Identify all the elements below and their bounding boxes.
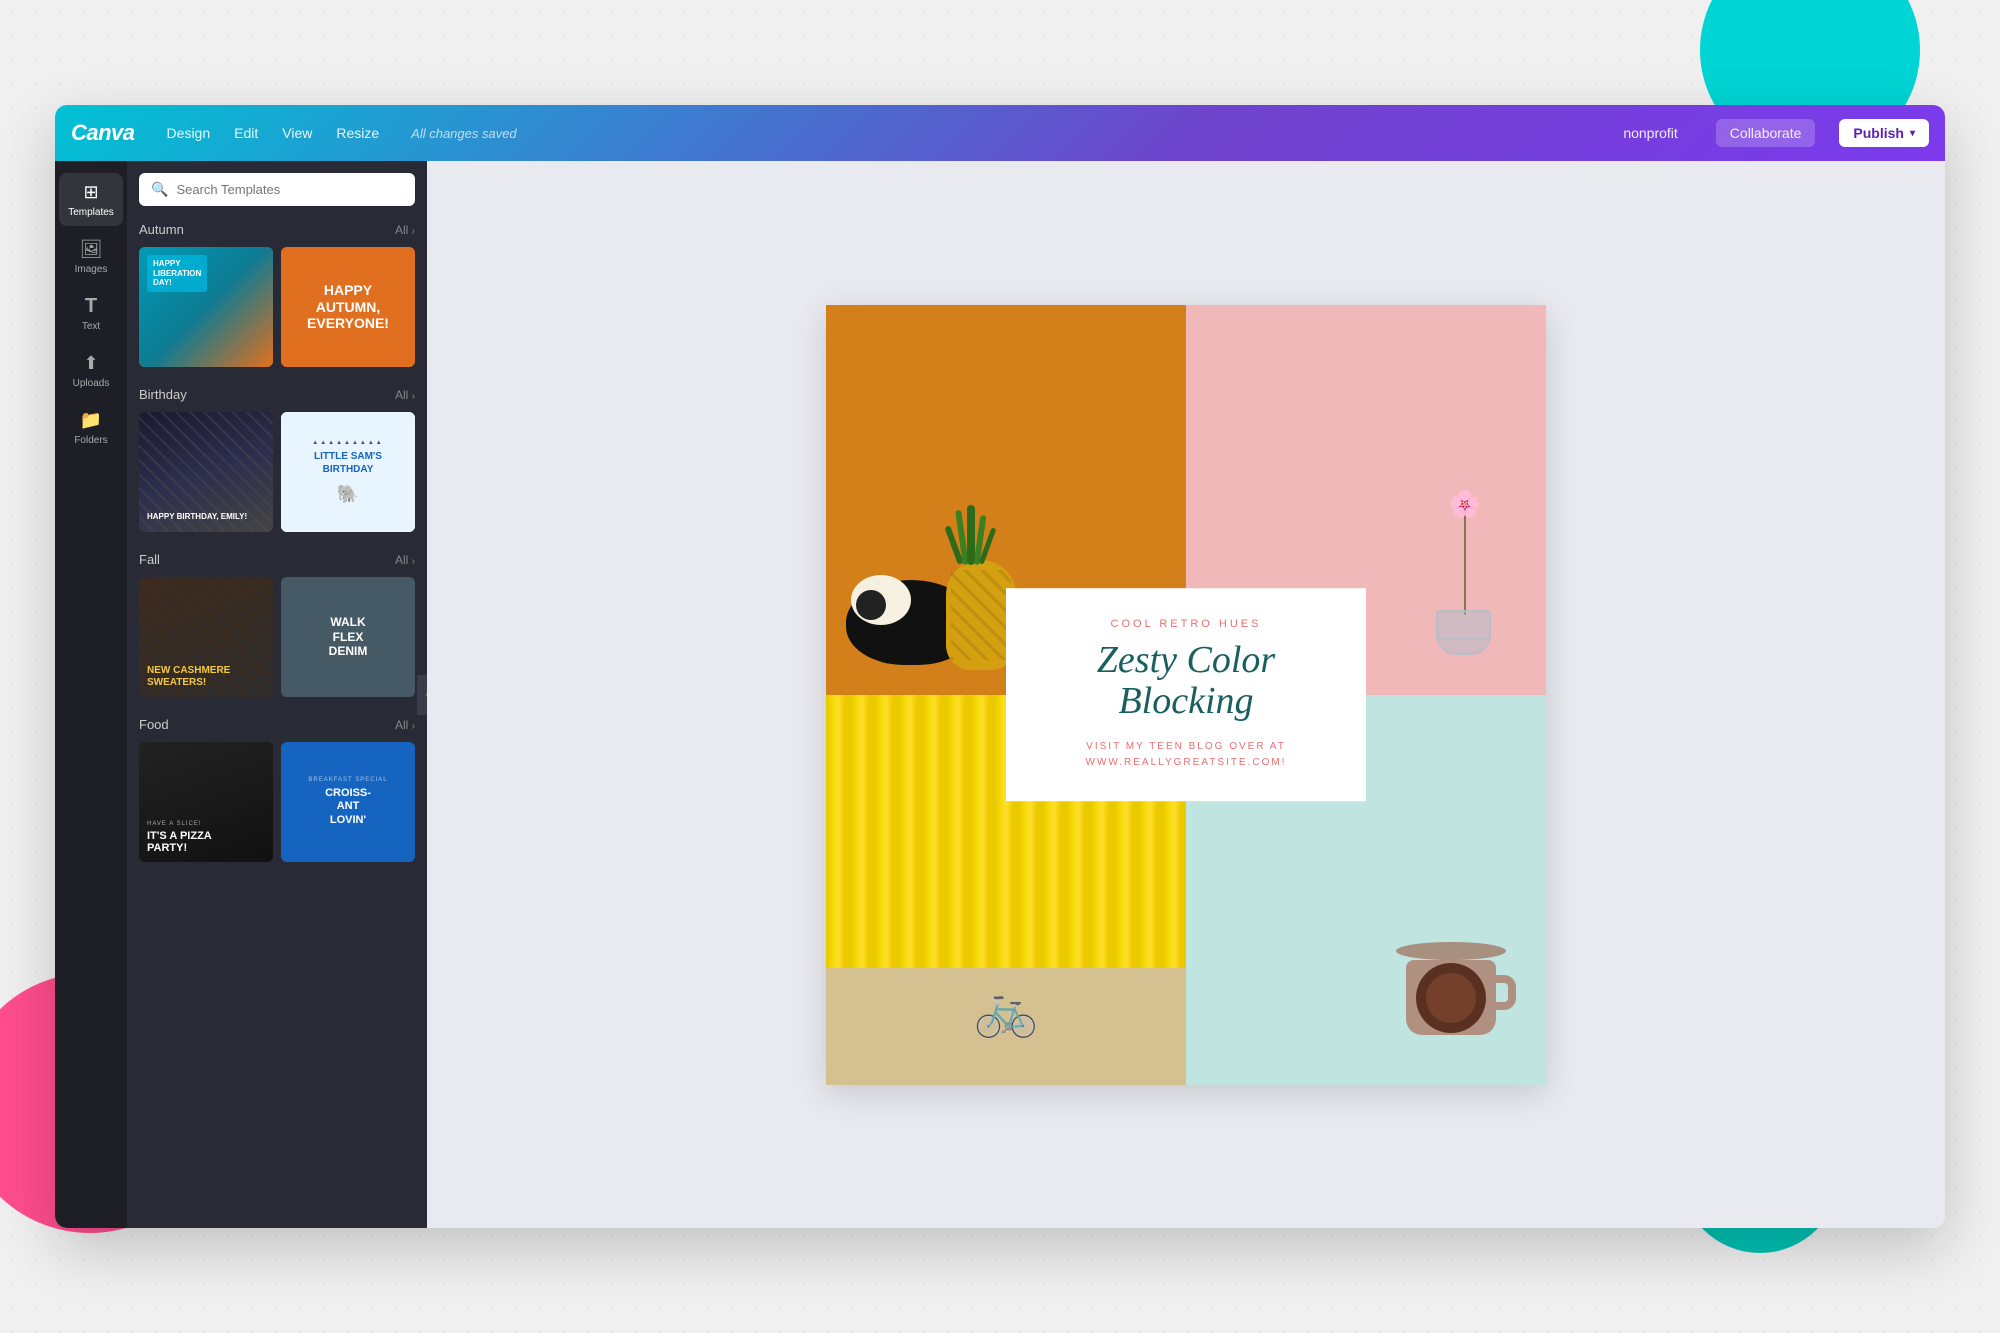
center-title: Zesty Color Blocking xyxy=(1046,640,1326,724)
center-body: VISIT MY TEEN BLOG OVER AT WWW.REALLYGRE… xyxy=(1046,739,1326,771)
template-card-fall-1[interactable]: NEW CASHMERESWEATERS! xyxy=(139,577,273,697)
main-content: ⊞ Templates 🖼 Images T Text ⬆ Uploads 📁 … xyxy=(55,161,1945,1228)
fall-category-name: Fall xyxy=(139,552,160,567)
canvas-design: 🌸 🚲 xyxy=(826,305,1546,1085)
nav-design[interactable]: Design xyxy=(167,125,211,141)
uploads-icon: ⬆ xyxy=(80,352,102,374)
template-card-bday-2[interactable]: ▲▲▲▲▲▲▲▲▲ LITTLE SAM'SBIRTHDAY 🐘 xyxy=(281,412,415,532)
sidebar-item-templates[interactable]: ⊞ Templates xyxy=(59,173,123,226)
birthday-category-name: Birthday xyxy=(139,387,187,402)
templates-icon: ⊞ xyxy=(80,181,102,203)
text-icon: T xyxy=(80,295,102,317)
birthday-template-grid: HAPPY BIRTHDAY, EMILY! ▲▲▲▲▲▲▲▲▲ LITTLE … xyxy=(139,412,415,532)
uploads-label: Uploads xyxy=(73,378,110,389)
browser-window: Canva Design Edit View Resize All change… xyxy=(55,105,1945,1228)
fall-all-button[interactable]: All › xyxy=(395,553,415,567)
templates-label: Templates xyxy=(68,207,114,218)
birthday-category-header: Birthday All › xyxy=(139,387,415,402)
search-input[interactable] xyxy=(176,182,403,197)
center-subtitle: COOL RETRO HUES xyxy=(1046,618,1326,630)
autumn-category-header: Autumn All › xyxy=(139,222,415,237)
sidebar-item-uploads[interactable]: ⬆ Uploads xyxy=(59,344,123,397)
images-icon: 🖼 xyxy=(80,238,102,260)
template-card-food-1[interactable]: HAVE A SLICE! IT'S A PIZZAPARTY! xyxy=(139,742,273,862)
folders-label: Folders xyxy=(74,435,107,446)
templates-panel: 🔍 Autumn All › HAPPYLIBERATIONDAY! xyxy=(127,161,427,1228)
fall-category-header: Fall All › xyxy=(139,552,415,567)
birthday-all-button[interactable]: All › xyxy=(395,388,415,402)
sidebar-item-images[interactable]: 🖼 Images xyxy=(59,230,123,283)
sidebar-icons: ⊞ Templates 🖼 Images T Text ⬆ Uploads 📁 … xyxy=(55,161,127,1228)
canvas-area: 🌸 🚲 xyxy=(427,161,1945,1228)
publish-button[interactable]: Publish ▾ xyxy=(1839,119,1929,147)
nonprofit-button[interactable]: nonprofit xyxy=(1609,119,1691,147)
autumn-arrow-icon: › xyxy=(412,226,415,237)
sidebar-item-text[interactable]: T Text xyxy=(59,287,123,340)
publish-label: Publish xyxy=(1853,125,1904,141)
birthday-arrow-icon: › xyxy=(412,391,415,402)
food-category-name: Food xyxy=(139,717,169,732)
toolbar: Canva Design Edit View Resize All change… xyxy=(55,105,1945,161)
food-template-grid: HAVE A SLICE! IT'S A PIZZAPARTY! BREAKFA… xyxy=(139,742,415,862)
nav-edit[interactable]: Edit xyxy=(234,125,258,141)
template-card-fall-2[interactable]: WALKFLEXDENIM xyxy=(281,577,415,697)
autumn-template-grid: HAPPYLIBERATIONDAY! HAPPYAUTUMN,EVERYONE… xyxy=(139,247,415,367)
food-all-button[interactable]: All › xyxy=(395,718,415,732)
nav-resize[interactable]: Resize xyxy=(336,125,379,141)
fall-arrow-icon: › xyxy=(412,556,415,567)
fall-template-grid: NEW CASHMERESWEATERS! WALKFLEXDENIM xyxy=(139,577,415,697)
images-label: Images xyxy=(75,264,108,275)
canvas-center-text: COOL RETRO HUES Zesty Color Blocking VIS… xyxy=(1006,588,1366,802)
sidebar-item-folders[interactable]: 📁 Folders xyxy=(59,401,123,454)
text-label: Text xyxy=(82,321,100,332)
autumn-all-button[interactable]: All › xyxy=(395,223,415,237)
search-bar[interactable]: 🔍 xyxy=(139,173,415,206)
save-status: All changes saved xyxy=(411,126,517,141)
search-icon: 🔍 xyxy=(151,181,168,198)
template-card-bday-1[interactable]: HAPPY BIRTHDAY, EMILY! xyxy=(139,412,273,532)
nav-view[interactable]: View xyxy=(282,125,312,141)
food-category-header: Food All › xyxy=(139,717,415,732)
folders-icon: 📁 xyxy=(80,409,102,431)
template-card-autumn-2[interactable]: HAPPYAUTUMN,EVERYONE! xyxy=(281,247,415,367)
template-card-autumn-1[interactable]: HAPPYLIBERATIONDAY! xyxy=(139,247,273,367)
template-card-food-2[interactable]: BREAKFAST SPECIAL CROISS-ANTLOVIN' xyxy=(281,742,415,862)
canva-logo: Canva xyxy=(71,120,135,146)
publish-caret-icon: ▾ xyxy=(1910,128,1915,139)
collaborate-button[interactable]: Collaborate xyxy=(1716,119,1816,147)
autumn-category-name: Autumn xyxy=(139,222,184,237)
panel-collapse-handle[interactable]: ‹ xyxy=(417,675,427,715)
food-arrow-icon: › xyxy=(412,721,415,732)
